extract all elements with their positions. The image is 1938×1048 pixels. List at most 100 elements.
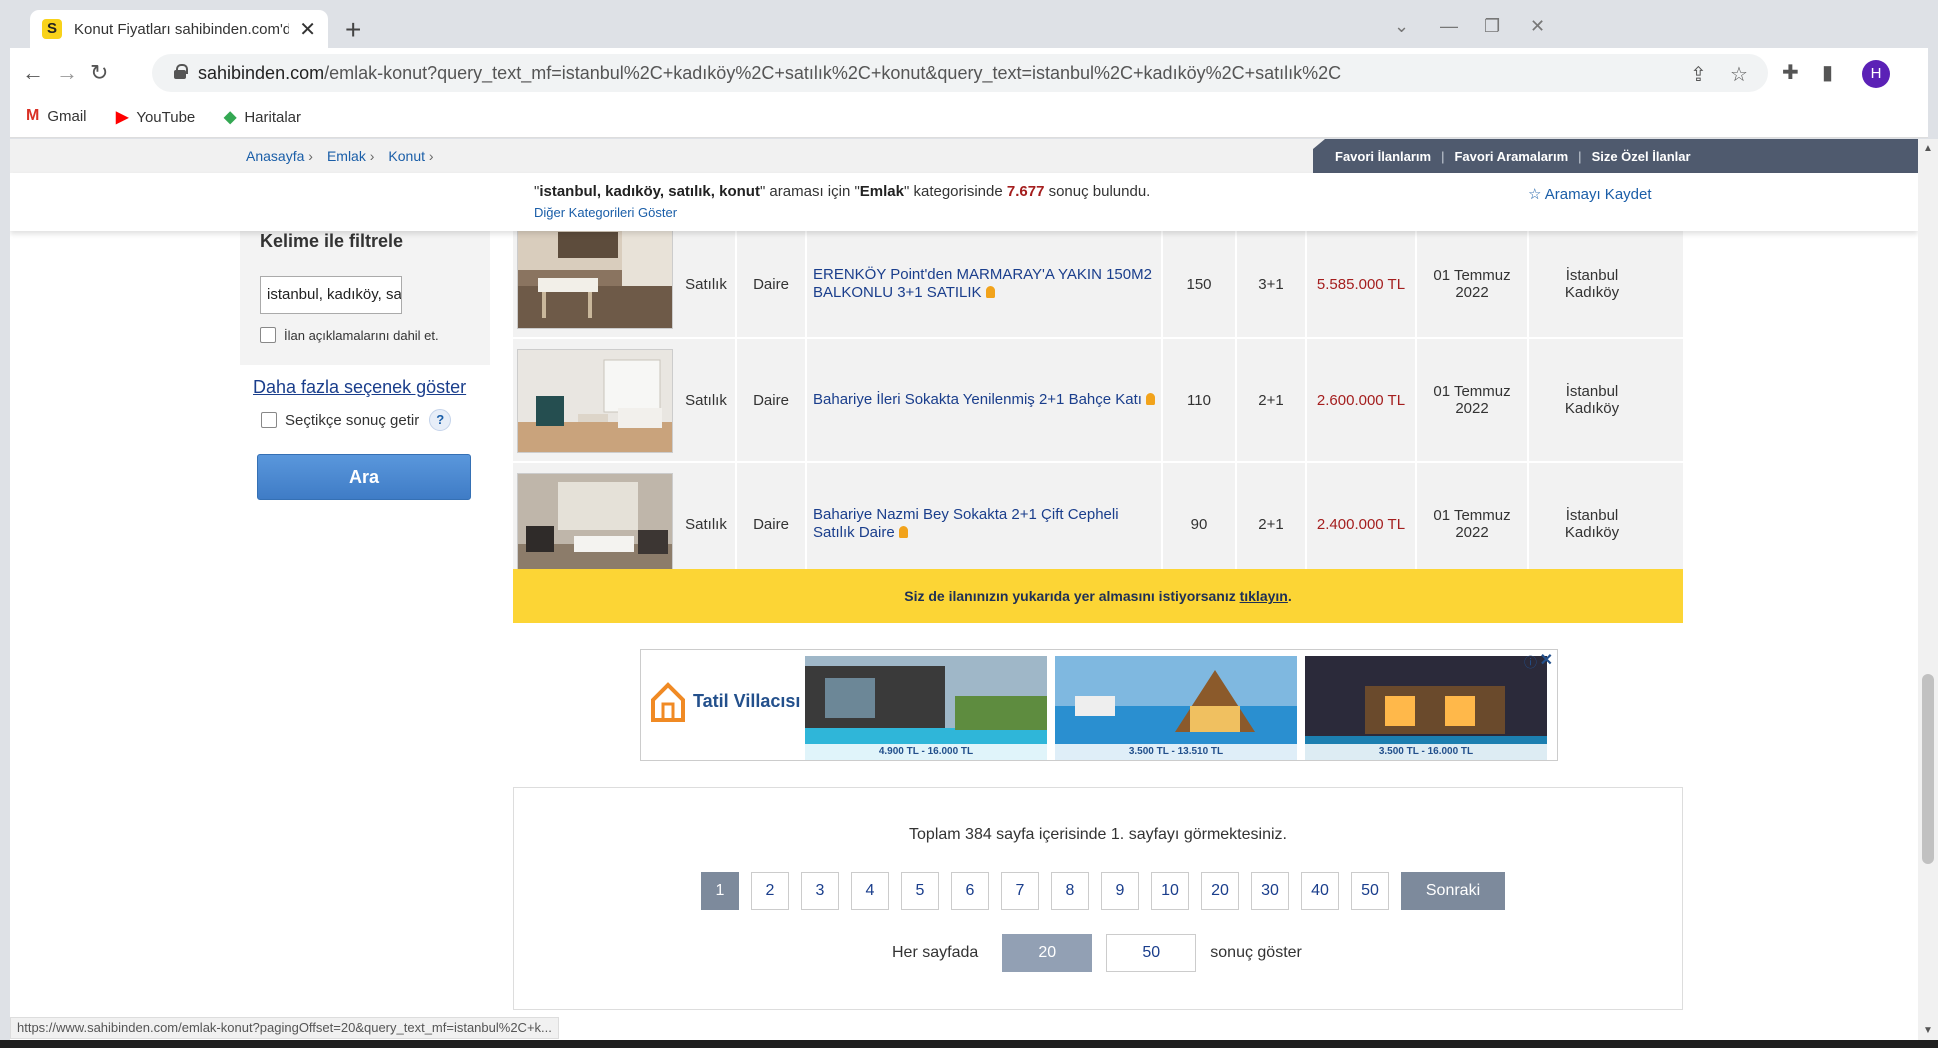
- url-text: sahibinden.com/emlak-konut?query_text_mf…: [198, 63, 1341, 84]
- ad-info-icon[interactable]: ⓘ: [1524, 652, 1537, 671]
- separator: |: [1441, 148, 1445, 164]
- listing-m2: 90: [1163, 463, 1237, 585]
- new-tab-icon[interactable]: +: [345, 14, 361, 46]
- favorite-searches-link[interactable]: Favori Aramalarım: [1454, 149, 1568, 164]
- listing-status: Satılık: [677, 463, 737, 585]
- listing-title[interactable]: Bahariye Nazmi Bey Sokakta 2+1 Çift Ceph…: [807, 463, 1163, 585]
- listing-type: Daire: [737, 339, 807, 461]
- scroll-up-icon[interactable]: ▲: [1923, 143, 1933, 154]
- page-link[interactable]: 3: [801, 872, 839, 910]
- minimize-icon[interactable]: —: [1440, 16, 1458, 37]
- special-listings-link[interactable]: Size Özel İlanlar: [1592, 149, 1691, 164]
- listing-price: 5.585.000 TL: [1307, 231, 1417, 337]
- search-button[interactable]: Ara: [257, 454, 471, 500]
- listing-location: İstanbul Kadıköy: [1564, 507, 1620, 541]
- listing-type: Daire: [737, 231, 807, 337]
- ad-price: 3.500 TL - 13.510 TL: [1055, 744, 1297, 760]
- listing-price: 2.600.000 TL: [1307, 339, 1417, 461]
- listing-title[interactable]: Bahariye İleri Sokakta Yenilenmiş 2+1 Ba…: [807, 339, 1163, 461]
- page-link[interactable]: 30: [1251, 872, 1289, 910]
- ad-close-icon[interactable]: ✕: [1540, 650, 1553, 670]
- bookmark-gmail[interactable]: M Gmail: [26, 107, 87, 125]
- restore-icon[interactable]: ❐: [1484, 16, 1500, 37]
- page-link-current[interactable]: 1: [701, 872, 739, 910]
- listing-status: Satılık: [677, 339, 737, 461]
- page-link[interactable]: 6: [951, 872, 989, 910]
- page-link[interactable]: 2: [751, 872, 789, 910]
- bookmarks-bar: M Gmail ▶ YouTube ◆ Haritalar: [10, 98, 1928, 138]
- page-link[interactable]: 40: [1301, 872, 1339, 910]
- ad-brand: Tatil Villacısı: [693, 690, 801, 711]
- listing-thumbnail[interactable]: [517, 473, 673, 577]
- listing-row[interactable]: Satılık Daire ERENKÖY Point'den MARMARAY…: [513, 225, 1683, 339]
- search-query: istanbul, kadıköy, satılık, konut: [539, 183, 760, 200]
- ad-villa-image[interactable]: 3.500 TL - 16.000 TL: [1305, 656, 1547, 760]
- more-options-link[interactable]: Daha fazla seçenek göster: [253, 377, 466, 398]
- include-description-checkbox[interactable]: [260, 327, 276, 343]
- url-path: /emlak-konut?query_text_mf=istanbul%2C+k…: [324, 63, 1342, 83]
- close-tab-icon[interactable]: ✕: [299, 17, 316, 42]
- promo-end: .: [1287, 588, 1292, 604]
- promo-link[interactable]: tıklayın: [1240, 588, 1288, 604]
- page-link[interactable]: 8: [1051, 872, 1089, 910]
- share-icon[interactable]: ⇪: [1690, 62, 1707, 87]
- keyword-input[interactable]: istanbul, kadıköy, satılık, konut: [260, 276, 402, 314]
- per-page-option-selected[interactable]: 20: [1002, 934, 1093, 972]
- page-link[interactable]: 20: [1201, 872, 1239, 910]
- ad-villa-image[interactable]: 3.500 TL - 13.510 TL: [1055, 656, 1297, 760]
- ad-villa-image[interactable]: 4.900 TL - 16.000 TL: [805, 656, 1047, 760]
- breadcrumb-home[interactable]: Anasayfa: [246, 148, 313, 164]
- listing-thumbnail[interactable]: [517, 349, 673, 453]
- save-search-link[interactable]: ☆ Aramayı Kaydet: [1528, 185, 1652, 203]
- web-page: Anasayfa Emlak Konut Favori İlanlarım | …: [10, 139, 1918, 1040]
- back-icon[interactable]: ←: [22, 60, 44, 86]
- other-categories-link[interactable]: Diğer Kategorileri Göster: [534, 205, 677, 220]
- profile-avatar[interactable]: H: [1862, 60, 1890, 88]
- favorites-nav: Favori İlanlarım | Favori Aramalarım | S…: [1313, 139, 1918, 173]
- advertisement[interactable]: Tatil Villacısı 4.900 TL - 16.000 TL 3.5…: [640, 649, 1558, 761]
- breadcrumb: Anasayfa Emlak Konut: [246, 148, 434, 164]
- listing-date: 01 Temmuz 2022: [1417, 339, 1529, 461]
- include-description-option[interactable]: İlan açıklamalarını dahil et.: [260, 327, 439, 343]
- page-link[interactable]: 5: [901, 872, 939, 910]
- next-page-button[interactable]: Sonraki: [1401, 872, 1505, 910]
- search-summary: "istanbul, kadıköy, satılık, konut" aram…: [534, 183, 1150, 200]
- favorite-listings-link[interactable]: Favori İlanlarım: [1335, 149, 1431, 164]
- maps-icon: ◆: [224, 109, 237, 126]
- help-icon[interactable]: ?: [429, 409, 452, 431]
- close-window-icon[interactable]: ✕: [1530, 16, 1545, 37]
- listing-title[interactable]: ERENKÖY Point'den MARMARAY'A YAKIN 150M2…: [807, 231, 1163, 337]
- scroll-thumb[interactable]: [1922, 674, 1934, 864]
- bookmark-label: YouTube: [136, 108, 196, 126]
- breadcrumb-konut[interactable]: Konut: [388, 148, 433, 164]
- reload-icon[interactable]: ↻: [90, 60, 108, 86]
- browser-tab[interactable]: S Konut Fiyatları sahibinden.com'd ✕: [30, 10, 328, 48]
- page-link[interactable]: 7: [1001, 872, 1039, 910]
- auto-results-checkbox[interactable]: [261, 412, 277, 428]
- bookmark-label: Haritalar: [244, 108, 301, 126]
- auto-results-option[interactable]: Seçtikçe sonuç getir ?: [261, 409, 452, 431]
- scroll-down-icon[interactable]: ▼: [1923, 1025, 1933, 1036]
- side-panel-icon[interactable]: ▮: [1822, 60, 1833, 85]
- breadcrumb-emlak[interactable]: Emlak: [327, 148, 374, 164]
- forward-icon[interactable]: →: [56, 60, 78, 86]
- ad-price: 4.900 TL - 16.000 TL: [805, 744, 1047, 760]
- bookmark-youtube[interactable]: ▶ YouTube: [116, 107, 195, 127]
- star-icon: ☆: [1528, 186, 1545, 203]
- page-link[interactable]: 10: [1151, 872, 1189, 910]
- page-link[interactable]: 4: [851, 872, 889, 910]
- bookmark-star-icon[interactable]: ☆: [1730, 62, 1748, 87]
- extensions-icon[interactable]: ✚: [1782, 60, 1799, 85]
- listing-row[interactable]: Satılık Daire Bahariye İleri Sokakta Yen…: [513, 339, 1683, 463]
- breadcrumb-bar: Anasayfa Emlak Konut Favori İlanlarım | …: [10, 139, 1918, 173]
- summary-text: " kategorisinde: [903, 183, 1007, 200]
- listing-thumbnail[interactable]: [517, 225, 673, 329]
- page-scrollbar[interactable]: ▲ ▼: [1918, 139, 1938, 1040]
- page-link[interactable]: 9: [1101, 872, 1139, 910]
- bookmark-maps[interactable]: ◆ Haritalar: [224, 107, 301, 127]
- tab-search-chevron-icon[interactable]: ⌄: [1394, 16, 1409, 37]
- per-page-selector: Her sayfada 20 50 sonuç göster: [892, 934, 1302, 972]
- address-bar[interactable]: sahibinden.com/emlak-konut?query_text_mf…: [152, 54, 1768, 92]
- per-page-option[interactable]: 50: [1106, 934, 1197, 972]
- page-link[interactable]: 50: [1351, 872, 1389, 910]
